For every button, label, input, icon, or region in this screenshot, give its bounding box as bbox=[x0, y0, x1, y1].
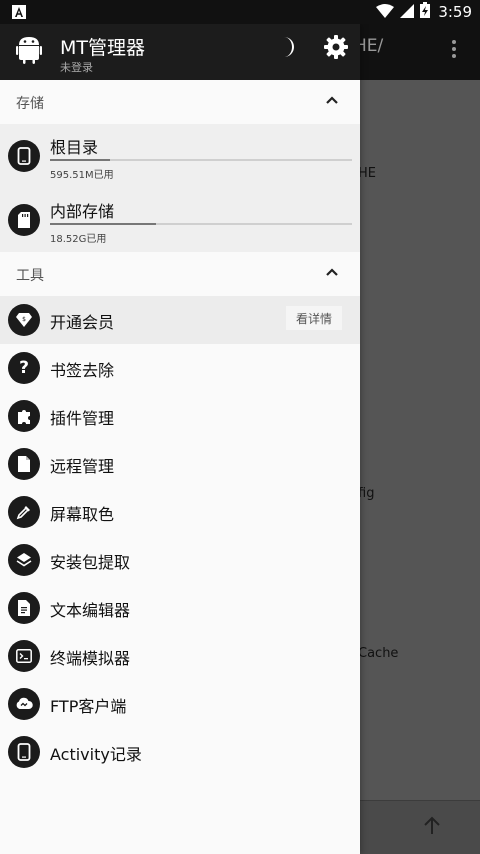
storage-item-internal[interactable]: 内部存储 18.52G已用 bbox=[0, 188, 360, 252]
storage-used-size: 18.52G已用 bbox=[50, 234, 107, 245]
storage-usage-bar bbox=[50, 159, 352, 161]
tool-item-activity-log[interactable]: Activity记录 bbox=[0, 728, 360, 776]
eyedropper-icon bbox=[8, 496, 40, 528]
tool-item-label: 书签去除 bbox=[50, 361, 115, 380]
section-storage[interactable]: 存储 bbox=[0, 80, 360, 124]
tool-item-membership[interactable]: $ 开通会员 看详情 bbox=[0, 296, 360, 344]
storage-used-size: 595.51M已用 bbox=[50, 170, 114, 181]
tool-item-ftp[interactable]: FTP客户端 bbox=[0, 680, 360, 728]
notification-icon bbox=[12, 4, 26, 23]
tool-item-terminal[interactable]: 终端模拟器 bbox=[0, 632, 360, 680]
sd-card-icon bbox=[8, 204, 40, 236]
tool-item-plugins[interactable]: 插件管理 bbox=[0, 392, 360, 440]
phone-icon bbox=[8, 736, 40, 768]
background-row[interactable]: HE bbox=[358, 166, 376, 181]
diamond-icon: $ bbox=[8, 304, 40, 336]
file-icon bbox=[8, 448, 40, 480]
section-tools[interactable]: 工具 bbox=[0, 252, 360, 296]
background-row[interactable]: fig bbox=[358, 486, 374, 501]
svg-text:$: $ bbox=[22, 316, 26, 323]
tool-item-label: 插件管理 bbox=[50, 409, 115, 428]
tool-item-apk-extract[interactable]: 安装包提取 bbox=[0, 536, 360, 584]
signal-icon bbox=[400, 3, 415, 22]
night-mode-icon[interactable] bbox=[276, 35, 298, 63]
ftp-cloud-icon bbox=[8, 688, 40, 720]
storage-item-label: 内部存储 bbox=[50, 202, 115, 221]
section-storage-label: 存储 bbox=[16, 96, 44, 112]
document-icon bbox=[8, 592, 40, 624]
storage-item-label: 根目录 bbox=[50, 138, 99, 157]
android-logo-icon bbox=[16, 34, 42, 68]
login-status[interactable]: 未登录 bbox=[60, 59, 93, 75]
tool-item-bookmark-removal[interactable]: ? 书签去除 bbox=[0, 344, 360, 392]
tool-item-label: FTP客户端 bbox=[50, 697, 127, 716]
puzzle-icon bbox=[8, 400, 40, 432]
settings-icon[interactable] bbox=[324, 35, 348, 63]
tool-item-label: 安装包提取 bbox=[50, 553, 131, 572]
terminal-icon bbox=[8, 640, 40, 672]
chevron-up-icon[interactable] bbox=[324, 92, 340, 112]
phone-icon bbox=[8, 140, 40, 172]
drawer-header: MT管理器 未登录 bbox=[0, 24, 360, 80]
tool-item-label: 远程管理 bbox=[50, 457, 115, 476]
tool-item-label: 终端模拟器 bbox=[50, 649, 131, 668]
status-time: 3:59 bbox=[438, 3, 472, 21]
tool-item-label: 文本编辑器 bbox=[50, 601, 131, 620]
wifi-icon bbox=[376, 3, 395, 22]
tool-item-label: 屏幕取色 bbox=[50, 505, 115, 524]
layers-icon bbox=[8, 544, 40, 576]
tool-item-label: 开通会员 bbox=[50, 313, 115, 332]
tool-item-remote[interactable]: 远程管理 bbox=[0, 440, 360, 488]
status-bar: 3:59 bbox=[0, 0, 480, 24]
background-row[interactable]: Cache bbox=[358, 646, 398, 661]
more-vert-icon[interactable] bbox=[450, 38, 458, 64]
arrow-up-icon[interactable] bbox=[422, 816, 442, 840]
view-details-button[interactable]: 看详情 bbox=[286, 306, 342, 330]
storage-usage-bar bbox=[50, 223, 352, 225]
tool-item-text-editor[interactable]: 文本编辑器 bbox=[0, 584, 360, 632]
app-title: MT管理器 bbox=[60, 37, 145, 59]
chevron-up-icon[interactable] bbox=[324, 264, 340, 284]
navigation-drawer: MT管理器 未登录 存储 根目录 595.51M已用 内部存储 18.52G已用… bbox=[0, 24, 360, 854]
storage-item-root[interactable]: 根目录 595.51M已用 bbox=[0, 124, 360, 188]
tool-item-color-picker[interactable]: 屏幕取色 bbox=[0, 488, 360, 536]
tool-item-label: Activity记录 bbox=[50, 745, 142, 764]
help-icon: ? bbox=[8, 352, 40, 384]
section-tools-label: 工具 bbox=[16, 268, 44, 284]
battery-charging-icon bbox=[420, 2, 431, 22]
